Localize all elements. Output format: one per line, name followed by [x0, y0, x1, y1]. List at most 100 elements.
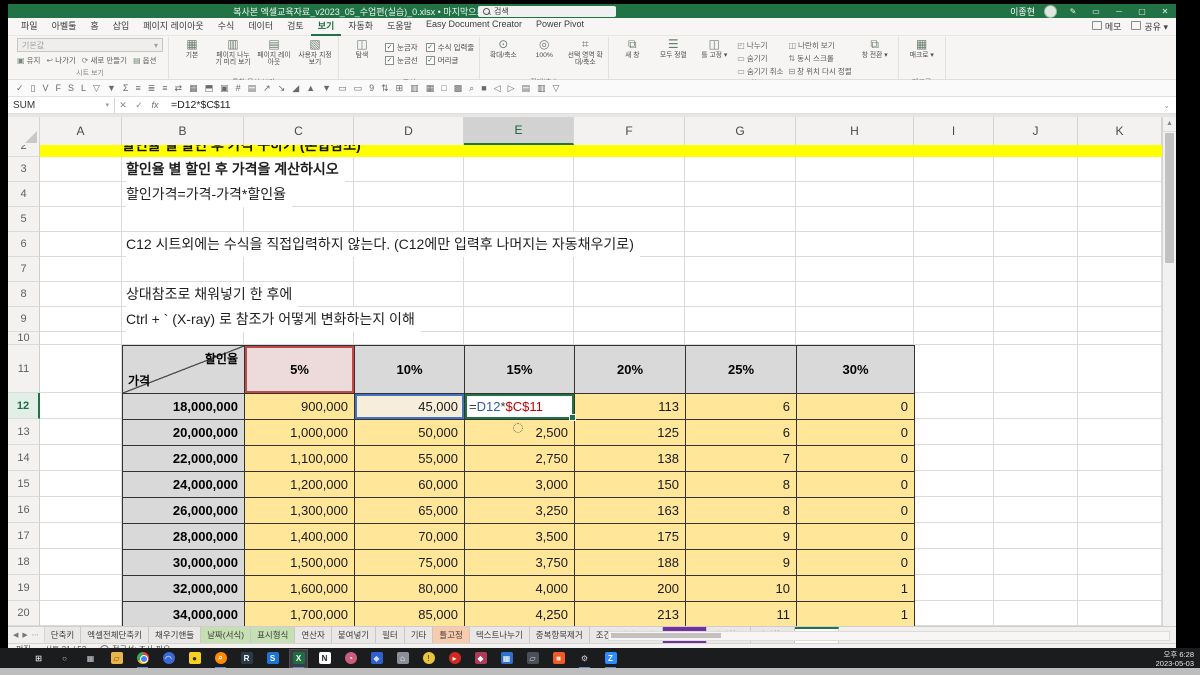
cell-B12[interactable]: 18,000,000 [123, 394, 245, 420]
cell-D14[interactable]: 55,000 [355, 446, 465, 472]
qat-icon[interactable]: ⊞ [396, 84, 404, 93]
cancel-entry-button[interactable]: ✕ [115, 100, 131, 111]
cell-B17[interactable]: 28,000,000 [123, 524, 245, 550]
cell-C17[interactable]: 1,400,000 [245, 524, 355, 550]
taskbar-file-explorer[interactable]: ▱ [108, 650, 125, 667]
ribbon-tab-12[interactable]: Power Pivot [529, 17, 591, 36]
qat-icon[interactable]: ▭ [338, 84, 347, 93]
ribbon-button[interactable]: ◰나누기 [737, 40, 783, 51]
cell-F17[interactable]: 175 [575, 524, 686, 550]
qat-icon[interactable]: ⇄ [175, 84, 183, 93]
taskbar-app-folder-dark[interactable]: ▱ [524, 650, 541, 667]
col-header-C[interactable]: C [244, 117, 354, 145]
ribbon-button[interactable]: ◎100% [526, 38, 562, 76]
row-header-20[interactable]: 20 [8, 601, 40, 626]
qat-icon[interactable]: □ [441, 84, 446, 93]
sheet-view-select[interactable]: 기본값▾ [17, 38, 163, 52]
header-cell-15%[interactable]: 15% [465, 346, 575, 394]
cell-H19[interactable]: 1 [797, 576, 915, 602]
ribbon-tab-0[interactable]: 파일 [14, 17, 45, 36]
ribbon-tab-9[interactable]: 자동화 [341, 17, 380, 36]
taskbar-task-view[interactable]: ▦ [82, 650, 99, 667]
qat-icon[interactable]: ▩ [454, 84, 463, 93]
cell-D19[interactable]: 80,000 [355, 576, 465, 602]
sheet-tab-6[interactable]: 붙여넣기 [332, 627, 376, 643]
ribbon-tab-7[interactable]: 검토 [280, 17, 311, 36]
ribbon-button[interactable]: ◫틀 고정 ▾ [696, 38, 732, 76]
cell-E20[interactable]: 4,250 [465, 602, 575, 626]
cell-B18[interactable]: 30,000,000 [123, 550, 245, 576]
ribbon-button[interactable]: ▣유지 [17, 55, 40, 66]
cell-G19[interactable]: 10 [686, 576, 797, 602]
taskbar-kakaotalk[interactable]: ● [186, 650, 203, 667]
hscrollbar-thumb[interactable] [611, 633, 721, 638]
col-header-J[interactable]: J [994, 117, 1078, 145]
sheet-tab-8[interactable]: 기타 [405, 627, 434, 643]
formula-input[interactable]: =D12*$C$11 [171, 99, 231, 111]
cell-H17[interactable]: 0 [797, 524, 915, 550]
horizontal-scrollbar[interactable] [608, 631, 1170, 641]
sheet-tab-9[interactable]: 틀고정 [433, 627, 469, 643]
row-header-10[interactable]: 10 [8, 332, 40, 345]
cell-F16[interactable]: 163 [575, 498, 686, 524]
ribbon-button[interactable]: ▥페이지 나누기 미리 보기 [215, 38, 251, 76]
qat-icon[interactable]: ▷ [508, 84, 515, 93]
ribbon-tab-8[interactable]: 보기 [311, 17, 342, 36]
share-button[interactable]: 공유 ▾ [1131, 20, 1168, 33]
ribbon-button[interactable]: ◫나란히 보기 [788, 40, 851, 51]
row-header-9[interactable]: 9 [8, 307, 40, 332]
ribbon-button[interactable]: ▧사용자 지정 보기 [297, 38, 333, 76]
taskbar-app-r[interactable]: R [238, 650, 255, 667]
row-header-5[interactable]: 5 [8, 207, 40, 232]
name-box[interactable]: SUM▾ [8, 98, 115, 113]
cell-D20[interactable]: 85,000 [355, 602, 465, 626]
cell-G12[interactable]: 6 [686, 394, 797, 420]
qat-icon[interactable]: Σ [123, 84, 129, 93]
ribbon-button[interactable]: ⧉새 창 [614, 38, 650, 76]
ribbon-tab-3[interactable]: 삽입 [106, 17, 137, 36]
cell-F13[interactable]: 125 [575, 420, 686, 446]
cell-E12[interactable]: =D12*$C$11 [465, 394, 575, 420]
cell-C15[interactable]: 1,200,000 [245, 472, 355, 498]
col-header-B[interactable]: B [122, 117, 244, 145]
taskbar-app-bulb[interactable]: ! [420, 650, 437, 667]
col-header-K[interactable]: K [1078, 117, 1162, 145]
cell-C13[interactable]: 1,000,000 [245, 420, 355, 446]
cell-E15[interactable]: 3,000 [465, 472, 575, 498]
ribbon-tab-10[interactable]: 도움말 [380, 17, 419, 36]
ribbon-tab-5[interactable]: 수식 [211, 17, 242, 36]
cell-E16[interactable]: 3,250 [465, 498, 575, 524]
row-header-19[interactable]: 19 [8, 575, 40, 601]
scroll-up-icon[interactable]: ▲ [1163, 117, 1176, 132]
row-header-18[interactable]: 18 [8, 549, 40, 575]
qat-icon[interactable]: L [81, 84, 86, 93]
row-header-16[interactable]: 16 [8, 497, 40, 523]
col-header-H[interactable]: H [796, 117, 914, 145]
search-box[interactable]: 검색 [478, 6, 616, 17]
ribbon-button[interactable]: ⟳새로 만들기 [82, 55, 127, 66]
cell-C20[interactable]: 1,700,000 [245, 602, 355, 626]
cell-G16[interactable]: 8 [686, 498, 797, 524]
qat-icon[interactable]: ◁ [494, 84, 501, 93]
cell-F15[interactable]: 150 [575, 472, 686, 498]
cell-H14[interactable]: 0 [797, 446, 915, 472]
cell-H12[interactable]: 0 [797, 394, 915, 420]
cell-D17[interactable]: 70,000 [355, 524, 465, 550]
expand-formula-bar-icon[interactable]: ⌄ [1163, 101, 1170, 110]
confirm-entry-button[interactable]: ✓ [131, 100, 147, 111]
col-header-G[interactable]: G [685, 117, 796, 145]
qat-icon[interactable]: ▤ [248, 84, 257, 93]
ribbon-button[interactable]: ⌗선택 영역 확대/축소 [567, 38, 603, 76]
row-header-12[interactable]: 12 [8, 393, 40, 419]
cell-F14[interactable]: 138 [575, 446, 686, 472]
header-cell-10%[interactable]: 10% [355, 346, 465, 394]
taskbar-app-lamp[interactable]: ⌂ [394, 650, 411, 667]
taskbar-app-cube[interactable]: ◆ [368, 650, 385, 667]
row-header-2[interactable]: 2 [8, 145, 40, 157]
cell-G18[interactable]: 9 [686, 550, 797, 576]
sheet-nav-icon-1[interactable]: ▶ [22, 631, 27, 639]
close-button[interactable]: ✕ [1158, 7, 1172, 16]
cell-E19[interactable]: 4,000 [465, 576, 575, 602]
maximize-button[interactable]: ▢ [1135, 7, 1149, 16]
qat-icon[interactable]: ✓ [16, 84, 24, 93]
